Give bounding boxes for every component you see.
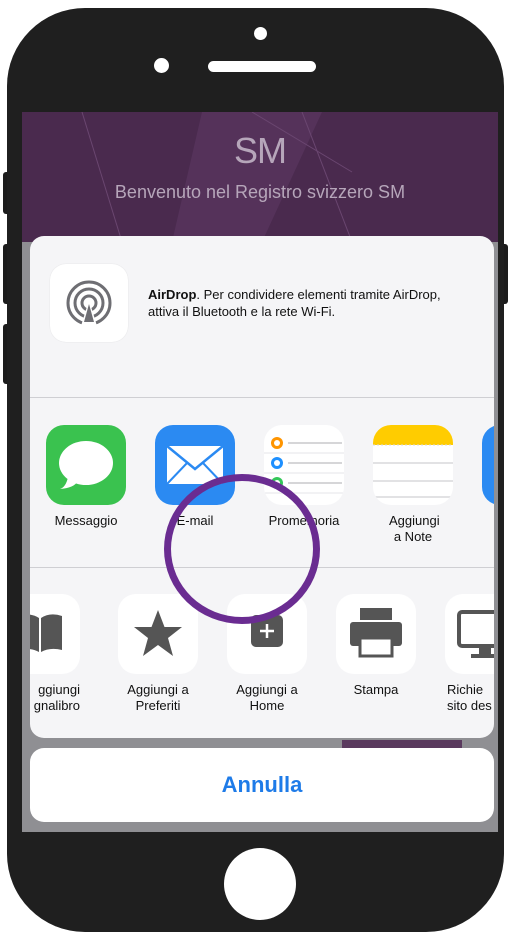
desktop-icon: [445, 594, 494, 674]
home-button[interactable]: [224, 848, 296, 920]
proximity-sensor: [254, 27, 267, 40]
notes-icon: [373, 425, 453, 505]
airdrop-button[interactable]: [50, 264, 128, 342]
airdrop-description: AirDrop. Per condividere elementi tramit…: [148, 286, 448, 320]
action-label-line1: ggiungi: [38, 682, 80, 697]
app-icon-partial: [482, 425, 494, 505]
messages-icon: [46, 425, 126, 505]
action-label: Aggiungi a Preferiti: [127, 682, 189, 713]
printer-icon: [336, 594, 416, 674]
action-label: Aggiungi a Home: [236, 682, 298, 713]
app-subtitle: Benvenuto nel Registro svizzero SM: [114, 182, 406, 202]
airdrop-row: AirDrop. Per condividere elementi tramit…: [30, 236, 494, 398]
share-app-label: Messaggio: [54, 513, 118, 528]
action-label: Richie sito des: [435, 682, 494, 714]
star-icon: [118, 594, 198, 674]
cancel-button[interactable]: Annulla: [30, 748, 494, 822]
app-header: SM Benvenuto nel Registro svizzero SM: [22, 112, 498, 242]
share-app-label: Aggiungi a Note: [389, 513, 440, 544]
phone-screen: SM Benvenuto nel Registro svizzero SM Ai…: [22, 112, 498, 832]
app-logo: SM: [234, 130, 287, 171]
earpiece-speaker: [208, 61, 316, 72]
front-camera: [154, 58, 169, 73]
action-label: ggiungi gnalibro: [30, 682, 90, 714]
airdrop-icon: [66, 280, 112, 326]
airdrop-title: AirDrop: [148, 287, 197, 302]
highlight-ring: [164, 474, 320, 624]
bookmark-icon: [30, 594, 80, 674]
action-label-line2: gnalibro: [33, 698, 80, 713]
action-label-line1: Richie: [447, 682, 484, 697]
action-label: Stampa: [353, 682, 399, 697]
action-label-line2: sito des: [447, 698, 492, 713]
cancel-label: Annulla: [221, 772, 303, 797]
